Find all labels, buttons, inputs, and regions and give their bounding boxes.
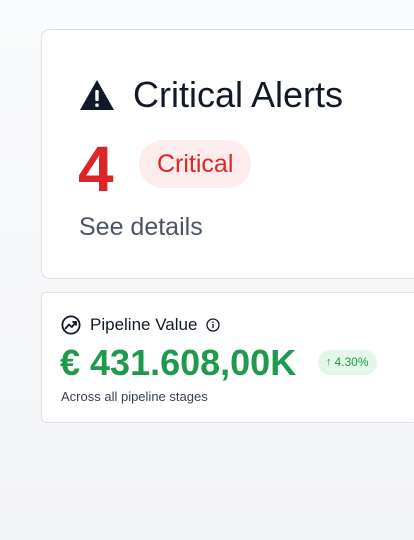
pipeline-subtitle: Across all pipeline stages (61, 389, 208, 404)
warning-triangle-icon (80, 80, 114, 110)
pipeline-header: Pipeline Value (61, 315, 221, 335)
info-icon[interactable] (206, 318, 221, 332)
trending-up-icon (61, 315, 81, 335)
alerts-title: Critical Alerts (133, 74, 344, 115)
change-badge: ↑ 4.30% (318, 350, 377, 375)
alerts-header: Critical Alerts (79, 74, 343, 116)
pipeline-title: Pipeline Value (90, 315, 198, 334)
arrow-up-icon: ↑ (326, 356, 332, 368)
see-details-link[interactable]: See details (79, 213, 203, 242)
critical-badge: Critical (139, 140, 252, 188)
critical-count: 4 (78, 133, 114, 205)
change-value: 4.30% (334, 355, 369, 369)
pipeline-value-card: Pipeline Value € 431.608,00K ↑ 4.30% Acr… (41, 292, 414, 423)
critical-alerts-card: Critical Alerts 4 Critical See details (41, 29, 414, 279)
pipeline-value: € 431.608,00K (60, 342, 297, 383)
